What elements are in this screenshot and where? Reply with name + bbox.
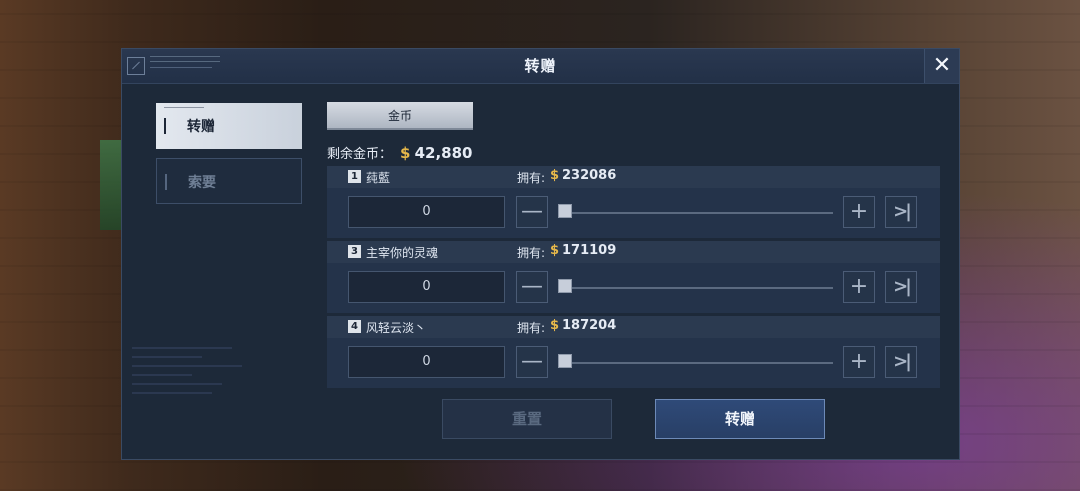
player-name: 莼藍 xyxy=(366,171,391,185)
tab-request-label: 索要 xyxy=(188,175,216,191)
max-icon: >| xyxy=(893,201,912,222)
quantity-input[interactable]: 0 xyxy=(348,271,505,303)
player-row-header: 1 莼藍 拥有: $ 232086 xyxy=(327,166,940,188)
tab-currency-gold[interactable]: 金币 xyxy=(327,102,473,130)
tab-request[interactable]: 索要 xyxy=(156,158,302,204)
player-row-header: 4 风轻云淡丶 拥有: $ 187204 xyxy=(327,316,940,338)
minus-icon: — xyxy=(521,274,543,299)
tab-gift-label: 转赠 xyxy=(187,119,215,135)
close-button[interactable]: ✕ xyxy=(924,49,959,83)
player-name: 风轻云淡丶 xyxy=(366,321,427,335)
amount-slider-track[interactable] xyxy=(559,212,833,214)
coin-icon: $ xyxy=(400,144,411,162)
player-index-badge: 4 xyxy=(348,320,361,333)
player-index-badge: 1 xyxy=(348,170,361,183)
tab-marker xyxy=(165,174,167,190)
owned-label: 拥有: xyxy=(517,171,546,185)
max-button[interactable]: >| xyxy=(885,196,917,228)
decrease-button[interactable]: — xyxy=(516,271,548,303)
player-row-header: 3 主宰你的灵魂 拥有: $ 171109 xyxy=(327,241,940,263)
owned-amount: 171109 xyxy=(562,243,617,258)
increase-button[interactable]: + xyxy=(843,346,875,378)
confirm-gift-button[interactable]: 转赠 xyxy=(655,399,825,439)
max-icon: >| xyxy=(893,351,912,372)
reset-button[interactable]: 重置 xyxy=(442,399,612,439)
owned-label: 拥有: xyxy=(517,321,546,335)
plus-icon: + xyxy=(849,349,869,374)
coin-icon: $ xyxy=(550,318,560,333)
decorative-side-lines xyxy=(132,347,252,401)
amount-slider-track[interactable] xyxy=(559,287,833,289)
decrease-button[interactable]: — xyxy=(516,196,548,228)
amount-slider-thumb[interactable] xyxy=(558,204,572,218)
coin-icon: $ xyxy=(550,243,560,258)
quantity-input[interactable]: 0 xyxy=(348,346,505,378)
max-icon: >| xyxy=(893,276,912,297)
remaining-balance: 剩余金币： $ 42,880 xyxy=(327,143,472,162)
decrease-button[interactable]: — xyxy=(516,346,548,378)
tab-decoration xyxy=(164,107,204,108)
player-index-badge: 3 xyxy=(348,245,361,258)
max-button[interactable]: >| xyxy=(885,346,917,378)
amount-slider-thumb[interactable] xyxy=(558,279,572,293)
balance-amount: 42,880 xyxy=(414,144,473,162)
player-row-controls: 0 — + >| xyxy=(327,188,940,238)
increase-button[interactable]: + xyxy=(843,271,875,303)
player-row-controls: 0 — + >| xyxy=(327,338,940,388)
max-button[interactable]: >| xyxy=(885,271,917,303)
minus-icon: — xyxy=(521,199,543,224)
title-bar: 转赠 ✕ xyxy=(122,49,959,84)
gift-dialog: 转赠 ✕ 转赠 索要 金币 剩余金币： $ 42,880 1 莼藍 拥有: $ 2… xyxy=(121,48,960,460)
owned-amount: 232086 xyxy=(562,168,617,183)
owned-amount: 187204 xyxy=(562,318,617,333)
minus-icon: — xyxy=(521,349,543,374)
quantity-input[interactable]: 0 xyxy=(348,196,505,228)
tab-marker xyxy=(164,118,166,134)
coin-icon: $ xyxy=(550,168,560,183)
player-row-controls: 0 — + >| xyxy=(327,263,940,313)
player-name: 主宰你的灵魂 xyxy=(366,246,439,260)
plus-icon: + xyxy=(849,199,869,224)
balance-label: 剩余金币： xyxy=(327,147,393,162)
amount-slider-track[interactable] xyxy=(559,362,833,364)
close-icon: ✕ xyxy=(932,53,952,78)
increase-button[interactable]: + xyxy=(843,196,875,228)
tab-gift[interactable]: 转赠 xyxy=(156,103,302,149)
owned-label: 拥有: xyxy=(517,246,546,260)
dialog-title: 转赠 xyxy=(524,57,557,75)
plus-icon: + xyxy=(849,274,869,299)
amount-slider-thumb[interactable] xyxy=(558,354,572,368)
